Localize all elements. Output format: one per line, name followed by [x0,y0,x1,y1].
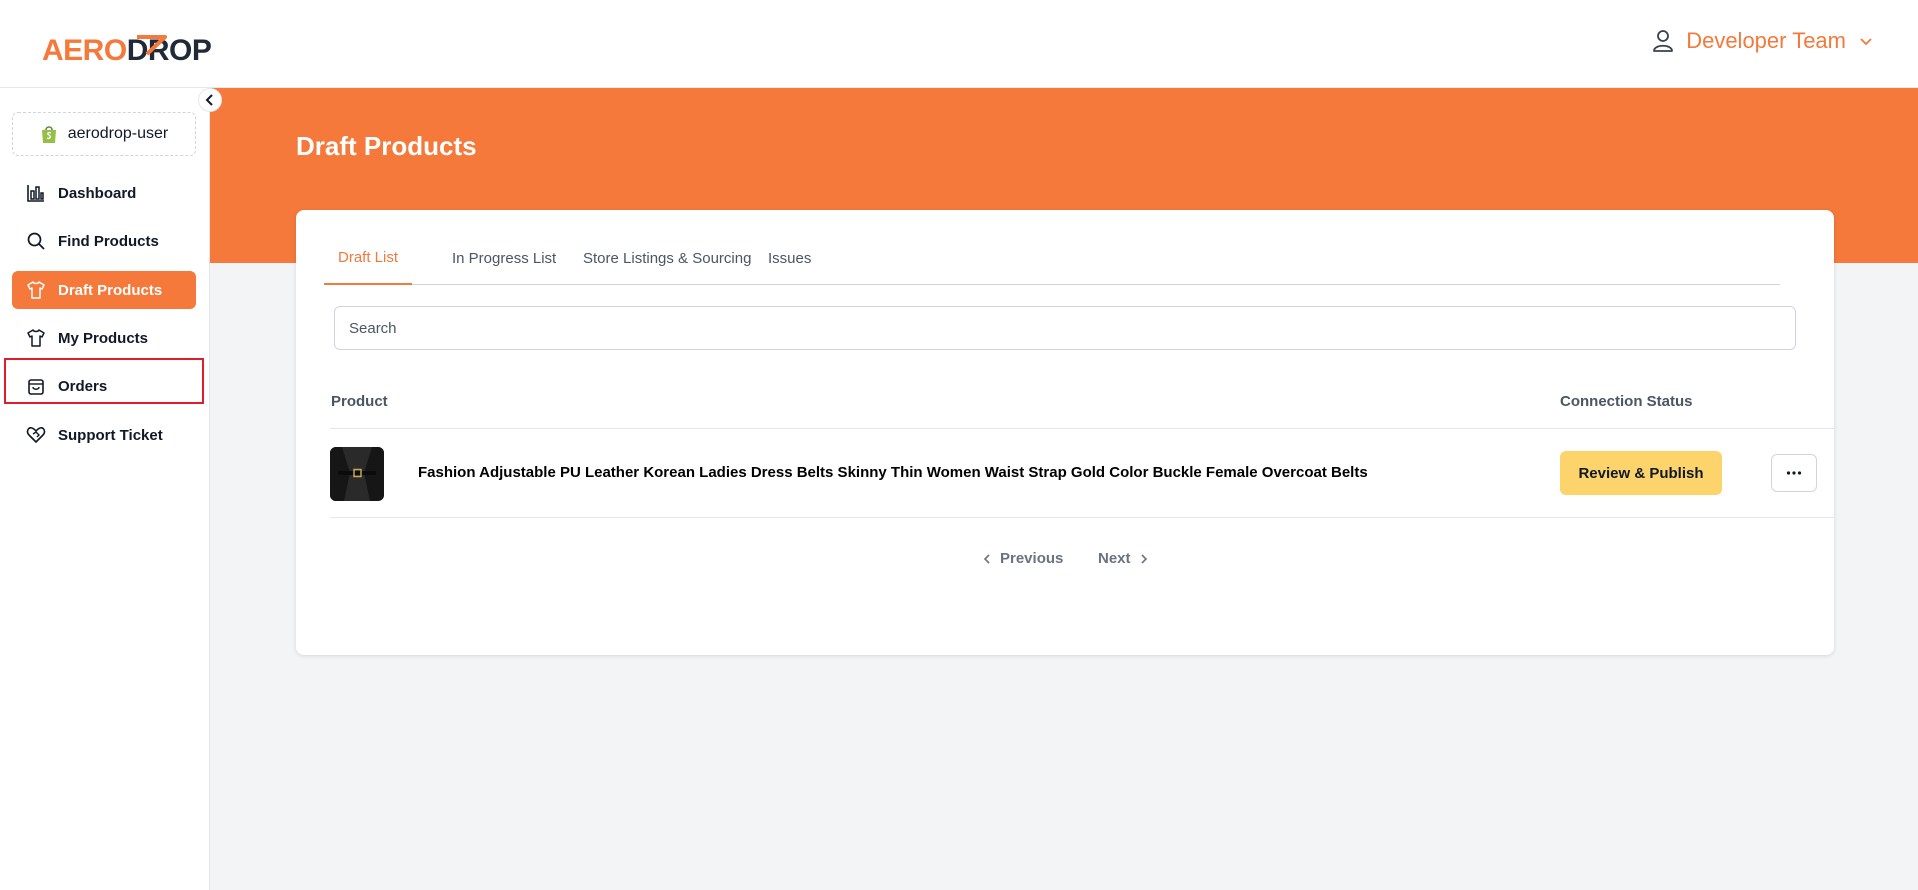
user-name: Developer Team [1686,28,1846,53]
sidebar-item-support-ticket[interactable]: Support Ticket [12,416,196,454]
sidebar-item-label: Support Ticket [58,426,163,444]
tab-store-listings-sourcing[interactable]: Store Listings & Sourcing [569,232,765,285]
chevron-left-icon [205,94,213,106]
logo-swoosh-icon [137,35,167,56]
tshirt-icon [27,329,45,347]
ellipsis-icon [1786,471,1802,475]
pagination-next[interactable]: Next [1098,550,1149,567]
belt-product-image [330,447,384,501]
sidebar-item-label: My Products [58,329,149,347]
table-divider [330,517,1834,518]
pagination-previous-label: Previous [1000,550,1064,567]
pagination-previous[interactable]: Previous [982,550,1063,567]
product-title[interactable]: Fashion Adjustable PU Leather Korean Lad… [418,464,1368,481]
review-publish-button[interactable]: Review & Publish [1560,451,1722,495]
sidebar-item-label: Draft Products [58,281,163,299]
user-icon [1653,30,1674,52]
product-thumbnail[interactable] [330,447,384,501]
logo-text-aero: AER [42,34,104,67]
column-header-connection-status: Connection Status [1560,393,1693,410]
store-name: aerodrop-user [67,125,169,142]
tshirt-icon [27,281,45,299]
draft-products-card: Draft List In Progress List Store Listin… [296,210,1834,655]
sidebar-item-draft-products[interactable]: Draft Products [12,271,196,309]
more-actions-button[interactable] [1771,454,1817,492]
top-header: AERODROP Developer Team [0,0,1918,88]
tab-bar: Draft List In Progress List Store Listin… [324,232,1780,285]
sidebar-item-orders[interactable]: Orders [12,367,196,405]
sidebar-item-dashboard[interactable]: Dashboard [12,174,196,212]
tab-draft-list[interactable]: Draft List [324,232,413,285]
column-header-product: Product [331,393,388,410]
tab-in-progress-list[interactable]: In Progress List [438,232,570,285]
sidebar-item-label: Dashboard [58,184,137,202]
search-icon [27,232,45,250]
logo-text-o: O [103,34,127,67]
tab-issues[interactable]: Issues [754,232,825,285]
chevron-down-icon [1860,38,1872,46]
sidebar-item-my-products[interactable]: My Products [12,319,196,357]
aerodrop-logo[interactable]: AERODROP [42,22,212,67]
heart-handshake-icon [26,427,46,443]
sidebar: aerodrop-user Dashboard Find Products Dr… [0,88,210,890]
sidebar-item-label: Find Products [58,232,159,250]
page-title: Draft Products [296,131,477,161]
sidebar-item-label: Orders [58,377,108,395]
shopify-bag-icon [41,126,56,143]
chevron-left-icon [983,553,990,564]
table-row: Fashion Adjustable PU Leather Korean Lad… [296,429,1834,517]
chevron-right-icon [1140,553,1147,564]
user-menu[interactable]: Developer Team [1652,28,1874,54]
bar-chart-icon [27,185,44,202]
pagination-next-label: Next [1098,550,1131,567]
sidebar-item-find-products[interactable]: Find Products [12,222,196,260]
search-input[interactable] [334,306,1796,350]
sidebar-collapse-button[interactable] [198,88,222,112]
shopping-bag-icon [28,379,44,395]
store-selector[interactable]: aerodrop-user [12,112,196,156]
